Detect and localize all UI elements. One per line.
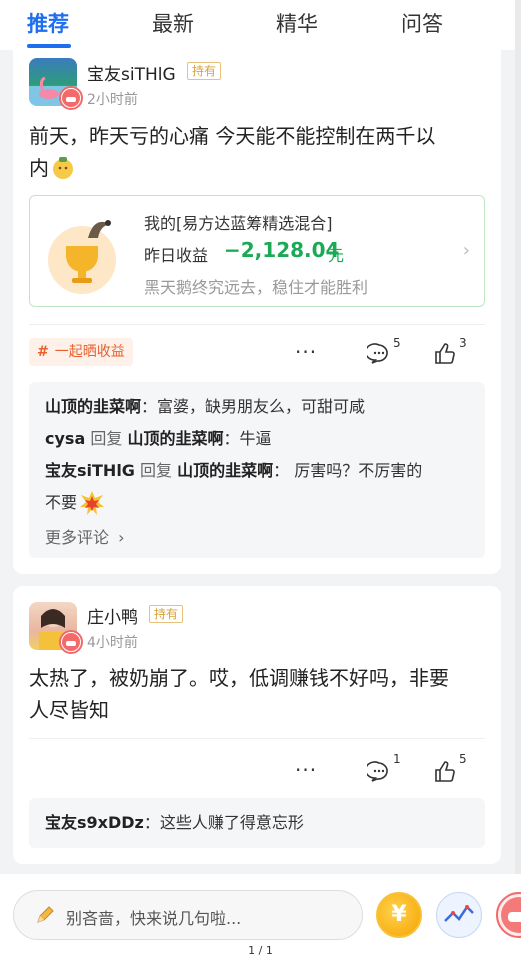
- comment-item[interactable]: cysa 回复 山顶的韭菜啊：牛逼: [45, 428, 271, 450]
- hashtag-icon: #: [37, 344, 49, 360]
- top-tab-bar: 推荐 最新 精华 问答: [0, 0, 521, 50]
- explosion-emoji-icon: [79, 490, 105, 516]
- page-indicator: 1 / 1: [248, 944, 273, 957]
- topic-tag-label: 一起晒收益: [54, 344, 125, 360]
- post-time: 4小时前: [87, 635, 138, 651]
- post-time: 2小时前: [87, 92, 138, 108]
- hold-tag: 持有: [187, 62, 222, 80]
- tab-featured[interactable]: 精华: [276, 10, 318, 38]
- comment-item[interactable]: 宝友s9xDDz：这些人赚了得意忘形: [45, 812, 304, 834]
- post-text-line: 前天，昨天亏的心痛 今天能不能控制在两千以: [29, 124, 436, 148]
- user-level-face-icon: [59, 86, 83, 110]
- comment-count: 1: [393, 752, 401, 766]
- reply-label: 回复: [140, 461, 173, 480]
- emoji-icon: [51, 156, 75, 180]
- fund-earnings-card[interactable]: 我的[易方达蓝筹精选混合] 昨日收益 −2,128.04 元 黑天鹅终究远去，稳…: [29, 195, 485, 307]
- post-text-line: 内: [29, 156, 49, 180]
- trend-chart-button[interactable]: [436, 892, 482, 938]
- pencil-icon: [34, 904, 56, 930]
- comment-icon[interactable]: [364, 760, 391, 788]
- divider: [29, 324, 485, 325]
- username[interactable]: 宝友siTHlG: [87, 60, 176, 85]
- thumbs-up-icon[interactable]: [433, 342, 457, 370]
- tab-recommended[interactable]: 推荐: [27, 10, 69, 38]
- comment-text: ：这些人赚了得意忘形: [143, 813, 304, 832]
- post-text: 前天，昨天亏的心痛 今天能不能控制在两千以 内: [29, 120, 435, 184]
- comment-input-placeholder: 别吝啬，快来说几句啦...: [66, 909, 242, 928]
- post-card[interactable]: 庄小鸭 持有 4小时前 太热了，被奶崩了。哎，低调赚钱不好吗，非要 人尽皆知 ·…: [13, 586, 501, 864]
- emoji-face-button[interactable]: [496, 892, 521, 938]
- scroll-edge: [515, 0, 521, 958]
- like-count: 3: [459, 336, 467, 350]
- comment-icon[interactable]: [364, 342, 391, 370]
- fund-earnings-label: 昨日收益: [144, 246, 209, 265]
- tip-coin-button[interactable]: ¥: [376, 892, 422, 938]
- thumbs-up-icon[interactable]: [433, 760, 457, 788]
- tab-qa[interactable]: 问答: [401, 10, 443, 38]
- username[interactable]: 庄小鸭: [87, 603, 138, 628]
- like-count: 5: [459, 752, 467, 766]
- fund-earnings-unit: 元: [328, 246, 345, 265]
- post-text: 太热了，被奶崩了。哎，低调赚钱不好吗，非要 人尽皆知: [29, 662, 449, 726]
- more-comments-label: 更多评论: [45, 528, 110, 547]
- comment-author[interactable]: 宝友s9xDDz: [45, 813, 144, 832]
- comment-author[interactable]: cysa: [45, 429, 85, 448]
- divider: [29, 738, 485, 739]
- fund-slogan: 黑天鹅终究远去，稳住才能胜利: [144, 278, 369, 297]
- fund-earnings-value: −2,128.04: [224, 238, 340, 262]
- more-comments-link[interactable]: 更多评论 ›: [45, 524, 125, 548]
- chevron-right-icon: ›: [118, 528, 125, 547]
- reply-target[interactable]: 山顶的韭菜啊: [177, 461, 273, 480]
- more-options-icon[interactable]: ···: [295, 340, 317, 364]
- comment-item-continued: 不要: [45, 490, 105, 516]
- post-card[interactable]: 宝友siTHlG 持有 2小时前 前天，昨天亏的心痛 今天能不能控制在两千以 内…: [13, 50, 501, 574]
- reply-target[interactable]: 山顶的韭菜啊: [127, 429, 223, 448]
- comment-author[interactable]: 宝友siTHlG: [45, 461, 135, 480]
- comment-text: ： 厉害吗？不厉害的: [273, 461, 423, 480]
- fund-title: 我的[易方达蓝筹精选混合]: [144, 214, 333, 233]
- reply-label: 回复: [90, 429, 123, 448]
- comment-count: 5: [393, 336, 401, 350]
- topic-tag[interactable]: # 一起晒收益: [29, 338, 133, 366]
- comment-author[interactable]: 山顶的韭菜啊: [45, 397, 141, 416]
- comment-text: 不要: [45, 493, 78, 512]
- post-text-line: 太热了，被奶崩了。哎，低调赚钱不好吗，非要: [29, 666, 449, 690]
- comment-section: 山顶的韭菜啊：富婆，缺男朋友么，可甜可咸 cysa 回复 山顶的韭菜啊：牛逼 宝…: [29, 382, 485, 558]
- comment-text: ：牛逼: [223, 429, 272, 448]
- active-tab-indicator: [27, 44, 71, 48]
- comment-text: ：富婆，缺男朋友么，可甜可咸: [141, 397, 366, 416]
- tab-latest[interactable]: 最新: [152, 10, 194, 38]
- user-level-face-icon: [59, 630, 83, 654]
- more-options-icon[interactable]: ···: [295, 758, 317, 782]
- trophy-goose-icon: [44, 208, 124, 296]
- comment-section: 宝友s9xDDz：这些人赚了得意忘形: [29, 798, 485, 848]
- comment-item[interactable]: 宝友siTHlG 回复 山顶的韭菜啊： 厉害吗？不厉害的: [45, 460, 422, 482]
- hold-tag: 持有: [149, 605, 184, 623]
- post-text-line: 人尽皆知: [29, 698, 109, 722]
- comment-input[interactable]: 别吝啬，快来说几句啦...: [13, 890, 363, 940]
- chevron-right-icon: ›: [462, 240, 470, 261]
- comment-item[interactable]: 山顶的韭菜啊：富婆，缺男朋友么，可甜可咸: [45, 396, 365, 418]
